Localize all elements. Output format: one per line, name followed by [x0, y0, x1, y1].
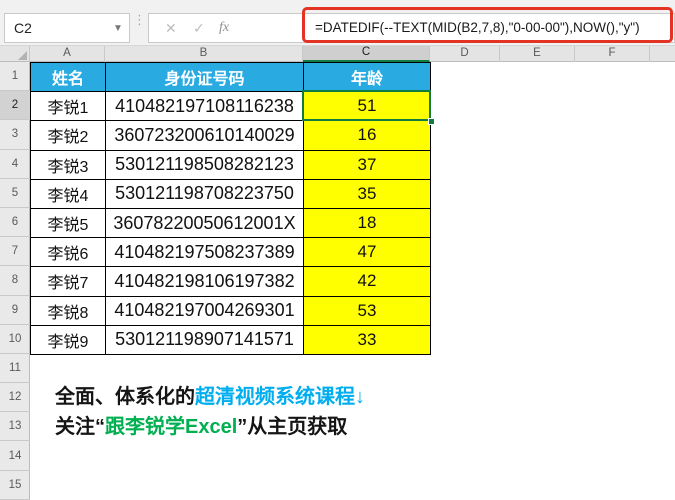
row-header-strip: 1 2 3 4 5 6 7 8 9 10 11 12 13 14 15: [0, 62, 30, 500]
name-box-dropdown-icon[interactable]: ▼: [107, 23, 129, 34]
age-cell[interactable]: 47: [304, 238, 431, 267]
column-header-f[interactable]: F: [575, 46, 650, 62]
row-header-6[interactable]: 6: [0, 208, 30, 237]
row-header-3[interactable]: 3: [0, 120, 30, 149]
column-header-strip: A B C D E F: [0, 46, 675, 62]
table-row: 李锐3 530121198508282123 37: [31, 150, 431, 179]
row-header-13[interactable]: 13: [0, 412, 30, 441]
row-header-7[interactable]: 7: [0, 237, 30, 266]
row-header-9[interactable]: 9: [0, 296, 30, 325]
header-age[interactable]: 年龄: [304, 63, 431, 92]
select-all-button[interactable]: [0, 46, 30, 62]
row-header-14[interactable]: 14: [0, 441, 30, 470]
id-cell[interactable]: 410482197004269301: [106, 296, 304, 325]
formula-bar-strip: C2 ▼ ⋮ ✕ ✓ fx =DATEDIF(--TEXT(MID(B2,7,8…: [0, 0, 675, 46]
age-cell[interactable]: 37: [304, 150, 431, 179]
name-cell[interactable]: 李锐4: [31, 179, 106, 208]
id-cell[interactable]: 410482197108116238: [106, 92, 304, 121]
enter-icon[interactable]: ✓: [193, 20, 205, 37]
name-box[interactable]: C2 ▼: [4, 13, 130, 43]
id-cell[interactable]: 410482198106197382: [106, 267, 304, 296]
promo-line-1[interactable]: 全面、体系化的超清视频系统课程↓: [55, 383, 365, 412]
age-cell[interactable]: 16: [304, 121, 431, 150]
row-header-2[interactable]: 2: [0, 91, 30, 120]
fill-handle[interactable]: [428, 118, 435, 125]
name-cell[interactable]: 李锐5: [31, 208, 106, 237]
column-header-d[interactable]: D: [430, 46, 500, 62]
name-cell[interactable]: 李锐7: [31, 267, 106, 296]
name-cell[interactable]: 李锐9: [31, 325, 106, 354]
promo-line1-black-text: 全面、体系化的: [55, 386, 195, 408]
table-row: 李锐2 360723200610140029 16: [31, 121, 431, 150]
column-header-c[interactable]: C: [303, 46, 430, 62]
id-cell[interactable]: 410482197508237389: [106, 238, 304, 267]
formula-input[interactable]: =DATEDIF(--TEXT(MID(B2,7,8),"0-00-00"),N…: [315, 14, 640, 42]
row-header-12[interactable]: 12: [0, 383, 30, 412]
data-table: 姓名 身份证号码 年龄 李锐1 410482197108116238 51 李锐…: [30, 62, 431, 355]
row-header-1[interactable]: 1: [0, 62, 30, 91]
header-id[interactable]: 身份证号码: [106, 63, 304, 92]
select-all-triangle-icon: [18, 51, 27, 60]
row-header-15[interactable]: 15: [0, 471, 30, 500]
name-box-value: C2: [5, 20, 107, 36]
table-row: 李锐1 410482197108116238 51: [31, 92, 431, 121]
name-cell[interactable]: 李锐1: [31, 92, 106, 121]
row-header-8[interactable]: 8: [0, 266, 30, 295]
cancel-icon[interactable]: ✕: [165, 20, 177, 37]
age-cell[interactable]: 35: [304, 179, 431, 208]
id-cell[interactable]: 36078220050612001X: [106, 208, 304, 237]
name-cell[interactable]: 李锐2: [31, 121, 106, 150]
table-header-row: 姓名 身份证号码 年龄: [31, 63, 431, 92]
formula-bar[interactable]: ✕ ✓ fx =DATEDIF(--TEXT(MID(B2,7,8),"0-00…: [148, 13, 675, 43]
promo-line-2[interactable]: 关注“跟李锐学Excel”从主页获取: [55, 413, 347, 442]
name-cell[interactable]: 李锐6: [31, 238, 106, 267]
age-cell[interactable]: 53: [304, 296, 431, 325]
age-cell[interactable]: 33: [304, 325, 431, 354]
id-cell[interactable]: 530121198907141571: [106, 325, 304, 354]
row-header-4[interactable]: 4: [0, 150, 30, 179]
row-header-10[interactable]: 10: [0, 325, 30, 354]
row-header-5[interactable]: 5: [0, 179, 30, 208]
table-row: 李锐5 36078220050612001X 18: [31, 208, 431, 237]
name-cell[interactable]: 李锐3: [31, 150, 106, 179]
table-row: 李锐7 410482198106197382 42: [31, 267, 431, 296]
id-cell[interactable]: 530121198708223750: [106, 179, 304, 208]
insert-function-icon[interactable]: fx: [219, 20, 229, 36]
table-row: 李锐4 530121198708223750 35: [31, 179, 431, 208]
id-cell[interactable]: 360723200610140029: [106, 121, 304, 150]
age-cell[interactable]: 51: [304, 92, 431, 121]
promo-line2-green-text: 跟李锐学Excel: [105, 416, 237, 438]
table-row: 李锐9 530121198907141571 33: [31, 325, 431, 354]
table-row: 李锐6 410482197508237389 47: [31, 238, 431, 267]
header-name[interactable]: 姓名: [31, 63, 106, 92]
separator-dots-icon: ⋮: [133, 15, 143, 41]
id-cell[interactable]: 530121198508282123: [106, 150, 304, 179]
age-cell[interactable]: 42: [304, 267, 431, 296]
age-cell[interactable]: 18: [304, 208, 431, 237]
name-cell[interactable]: 李锐8: [31, 296, 106, 325]
column-header-a[interactable]: A: [30, 46, 105, 62]
promo-line2-prefix-text: 关注“: [55, 416, 105, 438]
column-header-b[interactable]: B: [105, 46, 303, 62]
row-header-11[interactable]: 11: [0, 354, 30, 383]
table-row: 李锐8 410482197004269301 53: [31, 296, 431, 325]
promo-line2-suffix-text: ”从主页获取: [237, 416, 347, 438]
promo-line1-blue-text: 超清视频系统课程↓: [195, 386, 365, 408]
column-header-e[interactable]: E: [500, 46, 575, 62]
